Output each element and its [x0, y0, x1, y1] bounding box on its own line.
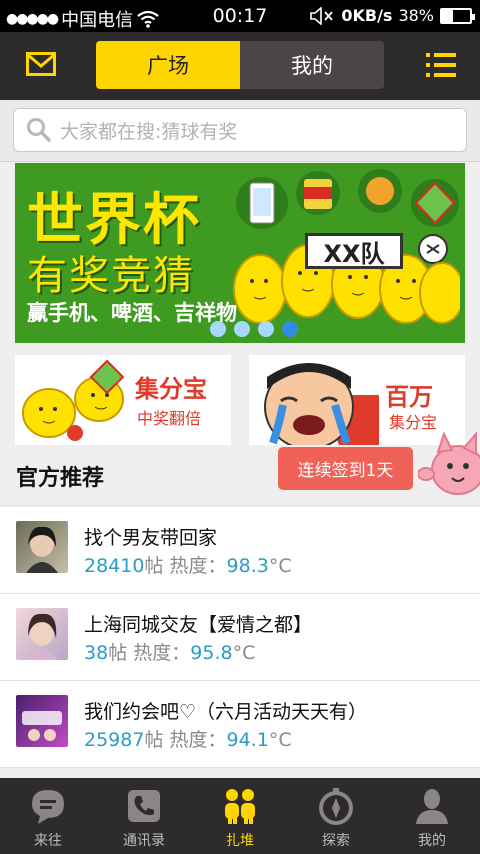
top-header: 广场 我的 — [0, 32, 480, 100]
tab-square[interactable]: 广场 — [96, 41, 240, 89]
promo-tile-jifenbao[interactable]: 集分宝 中奖翻倍 — [15, 355, 231, 445]
crying-face-illustration — [264, 363, 379, 445]
heat-unit: °C — [268, 729, 292, 751]
post-suffix: 帖 — [144, 555, 164, 577]
mail-icon[interactable] — [26, 52, 56, 76]
nav-label: 通讯录 — [123, 833, 165, 849]
tile-title: 百万 — [385, 383, 433, 411]
page-dot[interactable] — [258, 321, 274, 337]
tab-mine[interactable]: 我的 — [240, 41, 384, 89]
list-item[interactable]: 上海同城交友【爱情之都】 38帖 热度：95.8°C — [0, 594, 480, 681]
recommended-list: 找个男友带回家 28410帖 热度：98.3°C 上海同城交友【爱情之都】 38… — [0, 507, 480, 768]
heat-unit: °C — [268, 555, 292, 577]
net-speed: 0KB/s — [341, 6, 393, 25]
checkin-button[interactable]: 连续签到1天 — [278, 447, 413, 490]
group-avatar — [16, 608, 68, 660]
page-dot[interactable] — [210, 321, 226, 337]
person-icon — [416, 789, 448, 824]
compass-icon — [319, 788, 353, 825]
pink-cat-mascot-icon — [418, 431, 480, 495]
post-count: 38 — [84, 642, 109, 664]
section-title: 官方推荐 — [16, 466, 105, 491]
tile-title: 集分宝 — [135, 375, 207, 403]
battery-icon — [440, 7, 475, 24]
list-item[interactable]: 我们约会吧♡（六月活动天天有） 25987帖 热度：94.1°C — [0, 681, 480, 768]
nav-item-laiwang[interactable]: 来往 — [0, 778, 96, 854]
heat-value: 95.8 — [190, 642, 233, 664]
group-avatar — [16, 521, 68, 573]
battery-percent: 38% — [398, 6, 434, 25]
search-area: 大家都在搜:猜球有奖 — [0, 100, 480, 162]
team-sign: XX队 — [305, 233, 403, 269]
mute-icon — [310, 6, 334, 25]
group-icon — [225, 789, 255, 824]
list-item-title: 我们约会吧♡（六月活动天天有） — [84, 701, 368, 723]
chat-bubble-icon — [32, 790, 64, 824]
nav-item-explore[interactable]: 探索 — [288, 778, 384, 854]
search-input[interactable]: 大家都在搜:猜球有奖 — [13, 108, 467, 152]
list-menu-icon[interactable] — [426, 52, 456, 78]
list-item-meta: 25987帖 热度：94.1°C — [84, 725, 292, 752]
header-tab-switch: 广场 我的 — [96, 41, 384, 89]
list-item-title: 上海同城交友【爱情之都】 — [84, 614, 313, 636]
heat-label: 热度： — [169, 555, 227, 577]
phone-book-icon — [128, 790, 160, 822]
heat-value: 94.1 — [226, 729, 269, 751]
list-item[interactable]: 找个男友带回家 28410帖 热度：98.3°C — [0, 507, 480, 594]
page-dot-active[interactable] — [282, 321, 298, 337]
list-item-title: 找个男友带回家 — [84, 527, 218, 549]
search-icon — [27, 118, 51, 142]
list-item-meta: 28410帖 热度：98.3°C — [84, 551, 292, 578]
post-count: 25987 — [84, 729, 145, 751]
search-placeholder: 大家都在搜:猜球有奖 — [60, 120, 238, 143]
nav-label: 来往 — [34, 833, 62, 849]
lemon-mascots-illustration — [22, 359, 125, 441]
status-right: 0KB/s 38% — [309, 6, 475, 25]
heat-label: 热度： — [169, 729, 227, 751]
nav-label: 探索 — [322, 833, 350, 849]
bottom-nav: 来往 通讯录 扎堆 探索 我的 — [0, 778, 480, 854]
nav-label: 扎堆 — [226, 833, 254, 849]
banner-page-indicator — [210, 321, 298, 337]
nav-item-zhadui[interactable]: 扎堆 — [192, 778, 288, 854]
post-suffix: 帖 — [108, 642, 128, 664]
tile-subtitle: 中奖翻倍 — [137, 409, 202, 428]
post-count: 28410 — [84, 555, 145, 577]
status-bar: ●●●●● 中国电信 00:17 0KB/s 38% — [0, 0, 480, 32]
heat-value: 98.3 — [226, 555, 269, 577]
banner-subtitle: 有奖竞猜 — [27, 253, 195, 299]
group-avatar — [16, 695, 68, 747]
nav-item-mine[interactable]: 我的 — [384, 778, 480, 854]
page-dot[interactable] — [234, 321, 250, 337]
banner-tagline: 赢手机、啤酒、吉祥物 — [27, 301, 237, 325]
nav-item-contacts[interactable]: 通讯录 — [96, 778, 192, 854]
heat-label: 热度： — [133, 642, 191, 664]
post-suffix: 帖 — [144, 729, 164, 751]
promo-banner[interactable]: 世界杯 有奖竞猜 赢手机、啤酒、吉祥物 XX队 — [15, 163, 465, 343]
nav-label: 我的 — [418, 833, 446, 849]
heat-unit: °C — [232, 642, 256, 664]
list-item-meta: 38帖 热度：95.8°C — [84, 638, 255, 665]
